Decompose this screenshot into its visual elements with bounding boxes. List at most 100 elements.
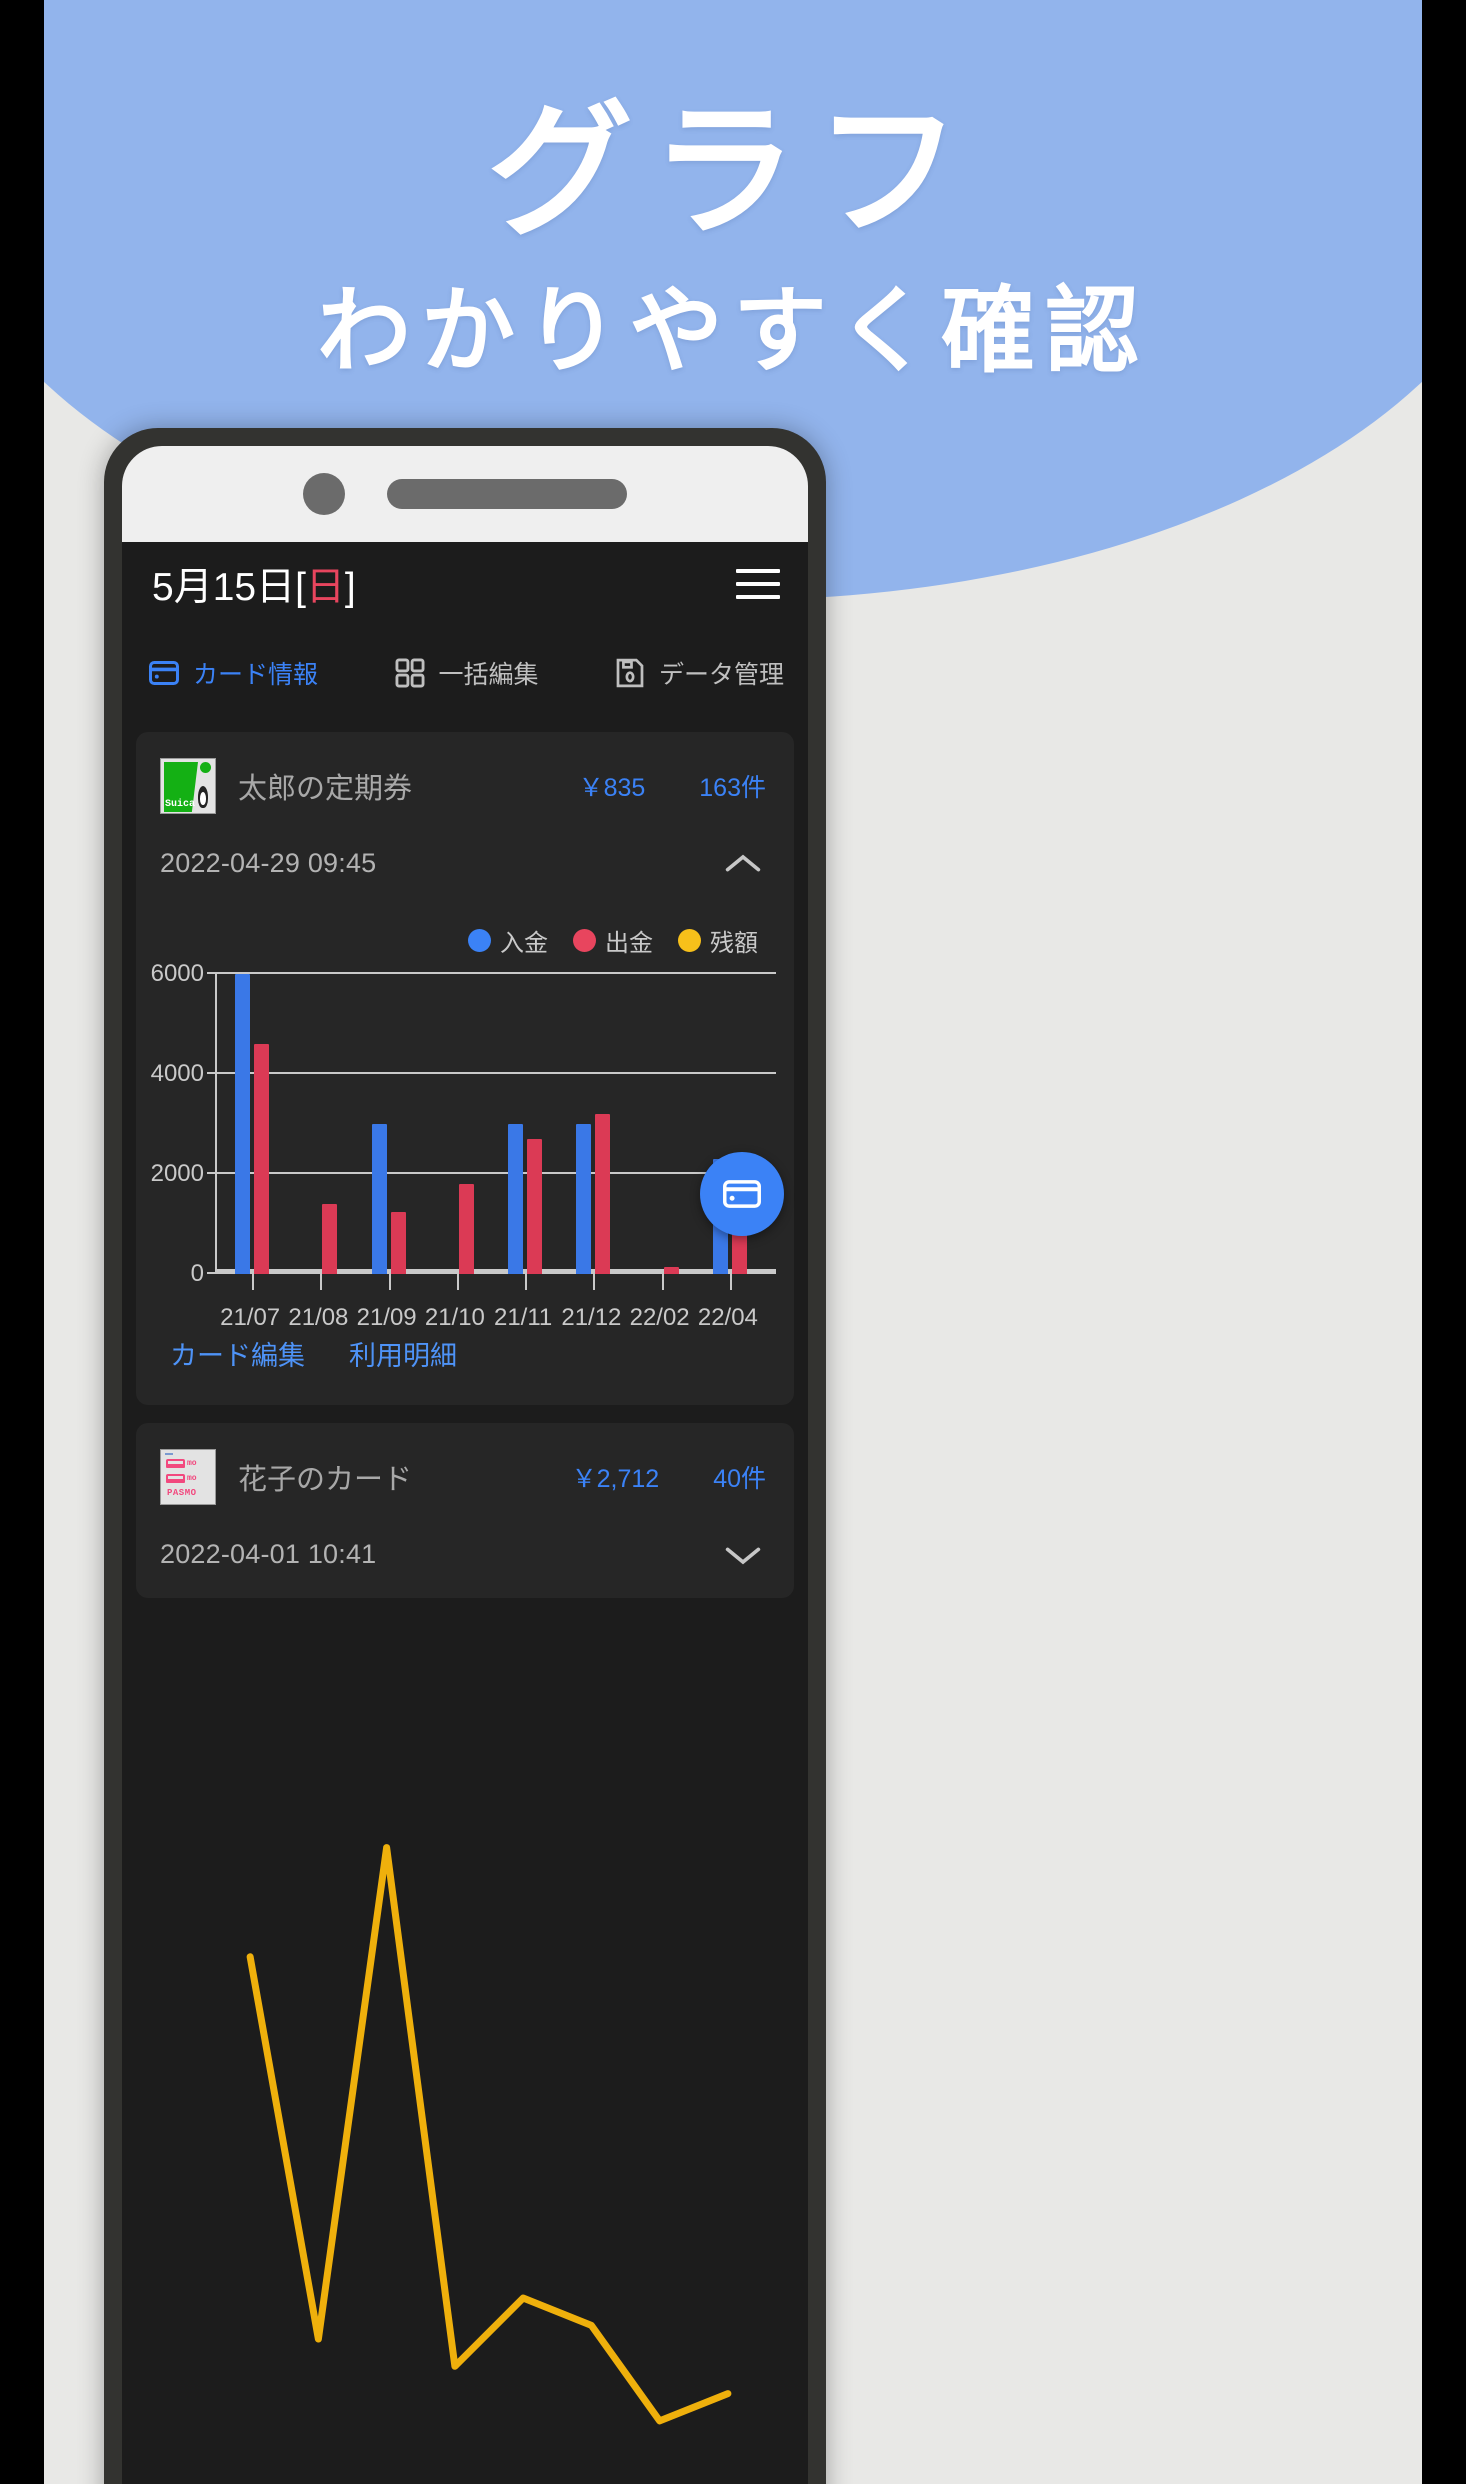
legend-label-balance: 残額 (710, 930, 758, 957)
front-camera-icon (303, 473, 345, 515)
pasmo-mo-text: mo (187, 1459, 197, 1468)
chart-y-tick-label: 0 (190, 1260, 204, 1287)
chart-column: 21/09 (353, 974, 421, 1331)
chart-bar-withdrawal (254, 1044, 270, 1274)
chart-x-tick (456, 1274, 459, 1290)
tab-data-management[interactable]: データ管理 (571, 655, 794, 691)
balance-polyline (250, 1848, 728, 2421)
phone-frame: 5月15日[日] カード情報 一括編集 データ管理 Suica 太郎の定期券 ￥… (104, 428, 826, 2484)
card-transaction-count: 40件 (713, 1465, 766, 1493)
chart-x-tick-label: 21/07 (220, 1304, 281, 1331)
chart-y-tick (207, 1272, 216, 1274)
app-header: 5月15日[日] (122, 542, 808, 626)
floppy-disk-icon (616, 658, 644, 687)
legend-item-deposit: 入金 (468, 923, 548, 958)
add-card-fab[interactable] (700, 1152, 784, 1236)
card-name: 太郎の定期券 (238, 773, 413, 805)
pasmo-tick (165, 1453, 173, 1455)
credit-card-icon (149, 660, 179, 685)
pasmo-card-icon: mo mo PASMO (160, 1449, 216, 1505)
page-title-weekday: 日 (305, 566, 345, 609)
chart-bar-deposit (235, 974, 251, 1274)
chart-x-tick-label: 22/04 (697, 1304, 758, 1331)
chart-bar-withdrawal (527, 1139, 543, 1274)
chart-x-tick (320, 1274, 323, 1290)
chart-x-tick (252, 1274, 255, 1290)
chart-x-tick (729, 1274, 732, 1290)
chart-column: 21/12 (557, 974, 625, 1331)
screenshot-stage: グラフ わかりやすく確認 5月15日[日] カード情報 一括編集 データ管理 S… (0, 0, 1466, 2484)
card-timestamp-row[interactable]: 2022-04-29 09:45 (136, 838, 794, 901)
balance-chart: 入金 出金 残額 0 2000 4000 6000 21/07 21/08 21… (136, 901, 794, 1282)
chart-x-tick-label: 21/11 (493, 1304, 553, 1331)
pasmo-bus-row: mo (166, 1474, 197, 1483)
chart-bar-deposit (371, 1124, 387, 1274)
chart-column: 21/11 (489, 974, 557, 1331)
chart-y-tick-label: 6000 (150, 960, 204, 987)
chart-y-tick (207, 1172, 216, 1174)
chevron-up-icon[interactable] (722, 851, 764, 877)
chart-x-tick (525, 1274, 528, 1290)
chart-legend: 入金 出金 残額 (154, 901, 776, 974)
chart-bar-columns: 21/07 21/08 21/09 21/10 21/11 21/12 22/02 22/04 (216, 974, 762, 1331)
phone-top-hardware (122, 446, 808, 542)
legend-label-deposit: 入金 (500, 930, 548, 957)
credit-card-icon (723, 1180, 761, 1208)
chart-x-tick-label: 21/12 (561, 1304, 622, 1331)
pasmo-wordmark: PASMO (167, 1488, 197, 1498)
legend-dot-balance (678, 929, 701, 952)
card-header-row[interactable]: Suica 太郎の定期券 ￥835 163件 (136, 732, 794, 838)
usage-details-link[interactable]: 利用明細 (349, 1334, 457, 1373)
chart-bar-withdrawal (595, 1114, 611, 1274)
tab-card-info[interactable]: カード情報 (146, 655, 359, 691)
chart-bar-withdrawal (390, 1211, 406, 1274)
legend-label-withdrawal: 出金 (605, 930, 653, 957)
app-screen: 5月15日[日] カード情報 一括編集 データ管理 Suica 太郎の定期券 ￥… (122, 542, 808, 2484)
chart-plot-area: 0 2000 4000 6000 21/07 21/08 21/09 21/10 21/11 2… (151, 960, 776, 1331)
tab-bulk-edit-label: 一括編集 (438, 660, 539, 689)
card-list: Suica 太郎の定期券 ￥835 163件 2022-04-29 09:45 (122, 720, 808, 1598)
chart-x-tick (661, 1274, 664, 1290)
page-title: 5月15日[日] (152, 556, 356, 612)
card-timestamp-row[interactable]: 2022-04-01 10:41 (136, 1529, 794, 1592)
chart-column: 21/08 (284, 974, 352, 1331)
chart-x-tick-label: 22/02 (629, 1304, 690, 1331)
hamburger-line (736, 595, 780, 599)
card-balance: ￥835 (578, 774, 646, 802)
card-item: Suica 太郎の定期券 ￥835 163件 2022-04-29 09:45 (136, 732, 794, 1405)
chart-column: 21/10 (421, 974, 489, 1331)
card-timestamp: 2022-04-01 10:41 (160, 1539, 377, 1569)
suica-penguin (198, 786, 208, 808)
tab-data-management-label: データ管理 (659, 660, 785, 689)
chevron-down-icon[interactable] (722, 1542, 764, 1568)
card-header-row[interactable]: mo mo PASMO 花子のカード ￥2,712 40件 (136, 1423, 794, 1529)
chart-bar-withdrawal (458, 1184, 474, 1274)
suica-wordmark: Suica (165, 799, 196, 810)
tab-bar: カード情報 一括編集 データ管理 (122, 626, 808, 720)
card-timestamp: 2022-04-29 09:45 (160, 848, 377, 878)
phone-screen-bezel: 5月15日[日] カード情報 一括編集 データ管理 Suica 太郎の定期券 ￥… (122, 446, 808, 2484)
legend-dot-deposit (468, 929, 491, 952)
chart-y-tick-label: 4000 (150, 1060, 204, 1087)
edit-card-link[interactable]: カード編集 (170, 1334, 305, 1373)
chart-x-tick-label: 21/09 (356, 1304, 417, 1331)
pasmo-bus-row: mo (166, 1459, 197, 1468)
chart-bar-deposit (508, 1124, 524, 1274)
hamburger-line (736, 582, 780, 586)
chart-y-tick (207, 1072, 216, 1074)
card-transaction-count: 163件 (699, 774, 766, 802)
chart-y-tick (207, 972, 216, 974)
pasmo-bus-glyph (166, 1474, 185, 1483)
hamburger-line (736, 569, 780, 573)
card-balance: ￥2,712 (571, 1465, 660, 1493)
hamburger-menu-icon[interactable] (736, 569, 780, 599)
card-name: 花子のカード (238, 1464, 413, 1496)
chart-bar-withdrawal (663, 1266, 679, 1274)
tab-bulk-edit[interactable]: 一括編集 (359, 655, 572, 691)
legend-item-balance: 残額 (678, 923, 758, 958)
legend-dot-withdrawal (573, 929, 596, 952)
chart-x-tick (388, 1274, 391, 1290)
suica-badge (200, 762, 211, 773)
chart-x-tick-label: 21/10 (424, 1304, 485, 1331)
page-title-date: 5月15日[ (152, 566, 306, 609)
